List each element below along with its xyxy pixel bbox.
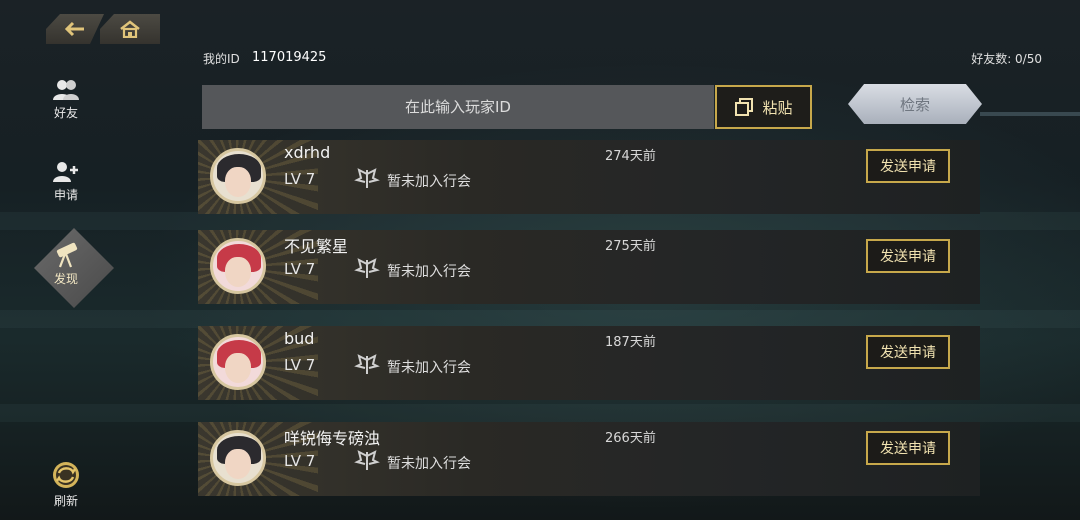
player-name: 不见繁星 bbox=[284, 237, 349, 256]
refresh-button[interactable]: 刷新 bbox=[30, 460, 102, 509]
sidebar-item-label: 发现 bbox=[53, 272, 78, 286]
player-row: 不见繁星 LV 7 暂未加入行会 275天前 发送申请 bbox=[198, 230, 980, 304]
send-request-button[interactable]: 发送申请 bbox=[866, 431, 950, 465]
guild-status: 暂未加入行会 bbox=[387, 264, 471, 280]
guild-icon bbox=[354, 450, 380, 470]
telescope-icon bbox=[56, 242, 78, 268]
background-line bbox=[980, 112, 1080, 116]
sidebar-item-discover[interactable]: 发现 bbox=[30, 240, 102, 287]
player-row: 咩锐侮专磅浊 LV 7 暂未加入行会 266天前 发送申请 bbox=[198, 422, 980, 496]
guild-icon bbox=[354, 258, 380, 278]
sidebar-item-apply[interactable]: 申请 bbox=[30, 160, 102, 203]
sidebar-item-label: 好友 bbox=[53, 106, 78, 120]
avatar[interactable] bbox=[210, 334, 266, 390]
send-request-button[interactable]: 发送申请 bbox=[866, 335, 950, 369]
avatar[interactable] bbox=[210, 430, 266, 486]
send-request-button[interactable]: 发送申请 bbox=[866, 239, 950, 273]
home-icon bbox=[120, 20, 140, 38]
player-row: bud LV 7 暂未加入行会 187天前 发送申请 bbox=[198, 326, 980, 400]
avatar[interactable] bbox=[210, 238, 266, 294]
player-id-input[interactable] bbox=[202, 85, 714, 129]
last-online: 274天前 bbox=[605, 149, 656, 164]
paste-label: 粘贴 bbox=[762, 98, 793, 117]
send-request-button[interactable]: 发送申请 bbox=[866, 149, 950, 183]
guild-icon bbox=[354, 354, 380, 374]
player-row: xdrhd LV 7 暂未加入行会 274天前 发送申请 bbox=[198, 140, 980, 214]
guild-icon bbox=[354, 168, 380, 188]
refresh-icon bbox=[53, 462, 79, 488]
copy-icon bbox=[735, 98, 754, 116]
sidebar-item-label: 刷新 bbox=[53, 494, 78, 508]
my-id-label: 我的ID bbox=[203, 52, 240, 66]
back-arrow-icon bbox=[64, 21, 86, 37]
search-label: 检索 bbox=[899, 95, 930, 114]
background-band bbox=[0, 212, 1080, 230]
paste-button[interactable]: 粘贴 bbox=[715, 85, 812, 129]
player-name: 咩锐侮专磅浊 bbox=[284, 429, 381, 448]
player-level: LV 7 bbox=[284, 356, 316, 374]
player-name: bud bbox=[284, 329, 315, 348]
home-button[interactable] bbox=[100, 14, 160, 44]
back-button[interactable] bbox=[46, 14, 104, 44]
sidebar-item-label: 申请 bbox=[53, 188, 78, 202]
add-friend-icon bbox=[53, 162, 78, 182]
friends-icon bbox=[53, 80, 79, 100]
player-name: xdrhd bbox=[284, 143, 331, 162]
sidebar-item-friends[interactable]: 好友 bbox=[30, 78, 102, 121]
player-level: LV 7 bbox=[284, 170, 316, 188]
guild-status: 暂未加入行会 bbox=[387, 456, 471, 472]
background-band bbox=[0, 404, 1080, 422]
friend-count: 好友数: 0/50 bbox=[971, 52, 1042, 66]
player-level: LV 7 bbox=[284, 260, 316, 278]
last-online: 187天前 bbox=[605, 335, 656, 350]
guild-status: 暂未加入行会 bbox=[387, 360, 471, 376]
my-id-value: 117019425 bbox=[252, 50, 327, 65]
search-button[interactable]: 检索 bbox=[848, 84, 982, 124]
avatar[interactable] bbox=[210, 148, 266, 204]
last-online: 275天前 bbox=[605, 239, 656, 254]
guild-status: 暂未加入行会 bbox=[387, 174, 471, 190]
last-online: 266天前 bbox=[605, 431, 656, 446]
player-level: LV 7 bbox=[284, 452, 316, 470]
